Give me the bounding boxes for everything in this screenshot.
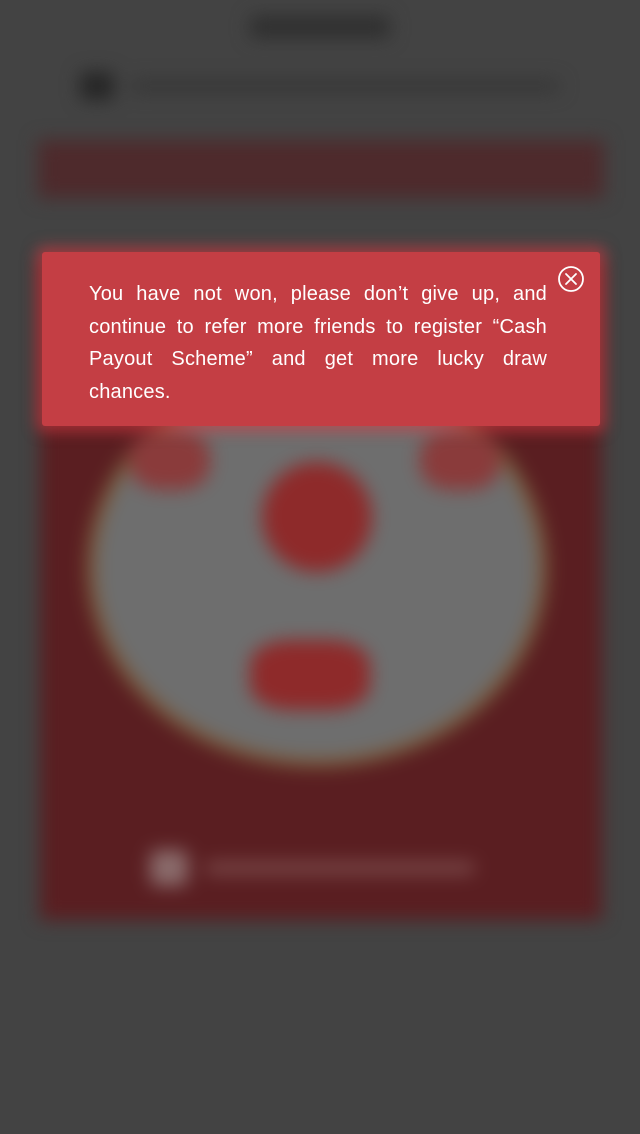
modal-message: You have not won, please don’t give up, … bbox=[89, 283, 547, 403]
bg-lucky-wheel bbox=[96, 378, 538, 758]
result-modal: You have not won, please don’t give up, … bbox=[42, 252, 600, 426]
bg-notice-text bbox=[130, 80, 560, 92]
close-circle-icon bbox=[557, 265, 585, 293]
bg-wheel-segment bbox=[420, 430, 500, 490]
bg-wheel-segment bbox=[130, 430, 210, 490]
background-app bbox=[0, 0, 640, 1134]
bg-notice-icon bbox=[80, 72, 114, 100]
bg-page-title bbox=[250, 16, 390, 38]
close-button[interactable] bbox=[557, 265, 585, 293]
bg-wheel-segment bbox=[250, 640, 370, 710]
bg-banner bbox=[38, 140, 604, 198]
bg-footer-icon bbox=[150, 850, 188, 886]
bg-footer-text bbox=[205, 862, 475, 874]
bg-wheel-center-button bbox=[262, 462, 372, 572]
